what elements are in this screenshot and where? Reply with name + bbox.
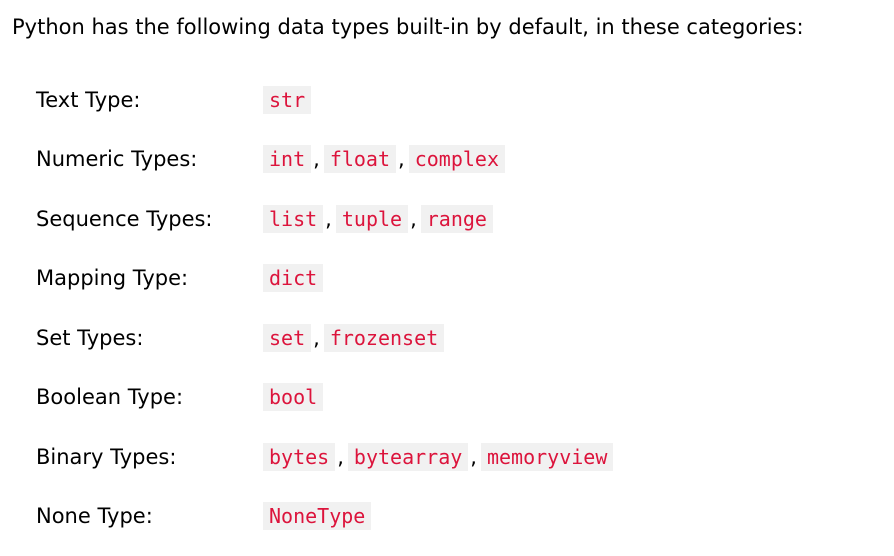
type-keyword: complex [408,145,506,174]
intro-text: Python has the following data types buil… [12,15,804,39]
category-label: Binary Types: [36,444,177,469]
category-types: bool [263,368,613,428]
category-types: str [263,70,613,130]
type-keyword: bool [263,383,324,412]
category-types: list, tuple, range [263,189,613,249]
type-keyword: NoneType [263,502,372,531]
type-separator: , [325,206,332,231]
type-separator: , [337,444,344,469]
category-types: bytes, bytearray, memoryview [263,427,614,487]
type-keyword: list [263,204,324,233]
type-separator: , [313,325,320,350]
category-label: Numeric Types: [36,147,198,172]
type-separator: , [313,147,320,172]
type-category-row: None Type: NoneType [36,487,613,547]
type-category-row: Mapping Type: dict [36,249,613,309]
type-keyword: float [323,145,397,174]
category-label: Sequence Types: [36,206,213,231]
type-category-row: Boolean Type: bool [36,368,613,428]
category-label: Set Types: [36,325,144,350]
type-keyword: bytearray [347,442,469,471]
type-keyword: memoryview [480,442,614,471]
type-keyword: dict [263,264,324,293]
category-label: Boolean Type: [36,385,184,410]
type-category-row: Sequence Types: list, tuple, range [36,189,613,249]
data-types-table: Text Type: str Numeric Types: int, float, com… [36,70,614,547]
type-keyword: frozenset [323,323,445,352]
category-types: int, float, complex [263,130,613,190]
type-keyword: tuple [335,204,409,233]
type-keyword: bytes [263,442,336,471]
category-label: Mapping Type: [36,266,189,291]
type-category-row: Text Type: str [36,70,613,130]
type-separator: , [470,444,477,469]
type-keyword: set [263,323,312,352]
category-types: dict [263,249,613,309]
type-keyword: int [263,145,312,174]
type-category-row: Numeric Types: int, float, complex [36,130,613,190]
type-separator: , [398,147,405,172]
category-types: NoneType [263,487,613,547]
type-keyword: range [420,204,493,233]
type-keyword: str [263,85,312,114]
category-label: None Type: [36,504,153,529]
category-label: Text Type: [36,87,141,112]
type-separator: , [410,206,417,231]
type-category-row: Set Types: set, frozenset [36,308,613,368]
category-types: set, frozenset [263,308,613,368]
type-category-row: Binary Types: bytes, bytearray, memoryview [36,427,614,487]
